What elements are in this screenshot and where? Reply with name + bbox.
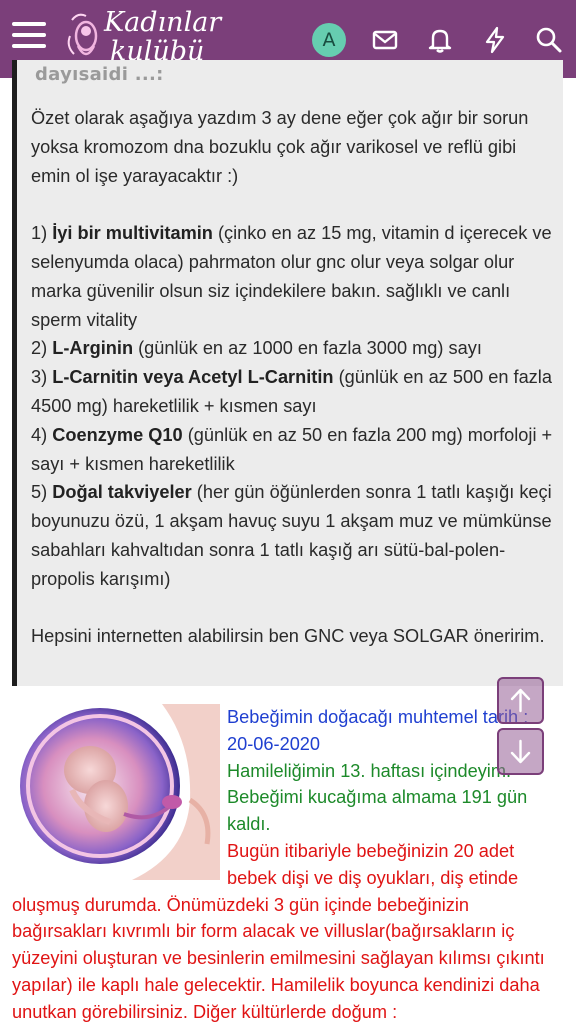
quoted-post: dayısaidi ...: Özet olarak aşağıya yazdı… <box>12 60 563 686</box>
signature-block: Bebeğimin doğacağı muhtemel tarih : 20-0… <box>12 704 564 1024</box>
bell-icon[interactable] <box>425 25 455 55</box>
quote-body: Özet olarak aşağıya yazdım 3 ay dene eğe… <box>31 104 559 651</box>
development-line-1: Bugün itibariyle bebeğinizin 20 adet <box>227 841 515 861</box>
list-item: 2) L-Arginin (günlük en az 1000 en fazla… <box>31 338 482 359</box>
development-rest: oluşmuş durumda. Önümüzdeki 3 gün içinde… <box>12 894 545 1022</box>
search-icon[interactable] <box>534 25 564 55</box>
quote-intro: Özet olarak aşağıya yazdım 3 ay dene eğe… <box>31 108 529 186</box>
quote-author[interactable]: dayısaidi ...: <box>35 64 164 84</box>
development-text: Bugün itibariyle bebeğinizin 20 adet beb… <box>12 838 564 1024</box>
days-left-text: Bebeğimi kucağıma almama 191 gün kaldı. <box>227 787 528 835</box>
arrow-up-icon <box>510 688 531 713</box>
mail-icon[interactable] <box>370 25 400 55</box>
list-item: 4) Coenzyme Q10 (günlük en az 50 en fazl… <box>31 424 553 474</box>
list-item: 1) İyi bir multivitamin (çinko en az 15 … <box>31 223 552 330</box>
menu-icon[interactable] <box>12 22 46 54</box>
list-item: 5) Doğal takviyeler (her gün öğünlerden … <box>31 482 552 589</box>
scroll-up-button[interactable] <box>497 677 544 724</box>
development-line-2: bebek dişi ve diş oyukları, diş etinde <box>227 867 519 888</box>
scroll-down-button[interactable] <box>497 728 544 775</box>
logo-line-1: Kadınlar <box>104 7 222 38</box>
arrow-down-icon <box>510 739 531 764</box>
lightning-icon[interactable] <box>480 25 510 55</box>
logo-text: Kadınlar kulübü <box>104 8 221 66</box>
quote-outro: Hepsini internetten alabilirsin ben GNC … <box>31 626 545 647</box>
user-avatar[interactable]: A <box>312 23 346 57</box>
list-item: 3) L-Carnitin veya Acetyl L-Carnitin (gü… <box>31 367 552 416</box>
